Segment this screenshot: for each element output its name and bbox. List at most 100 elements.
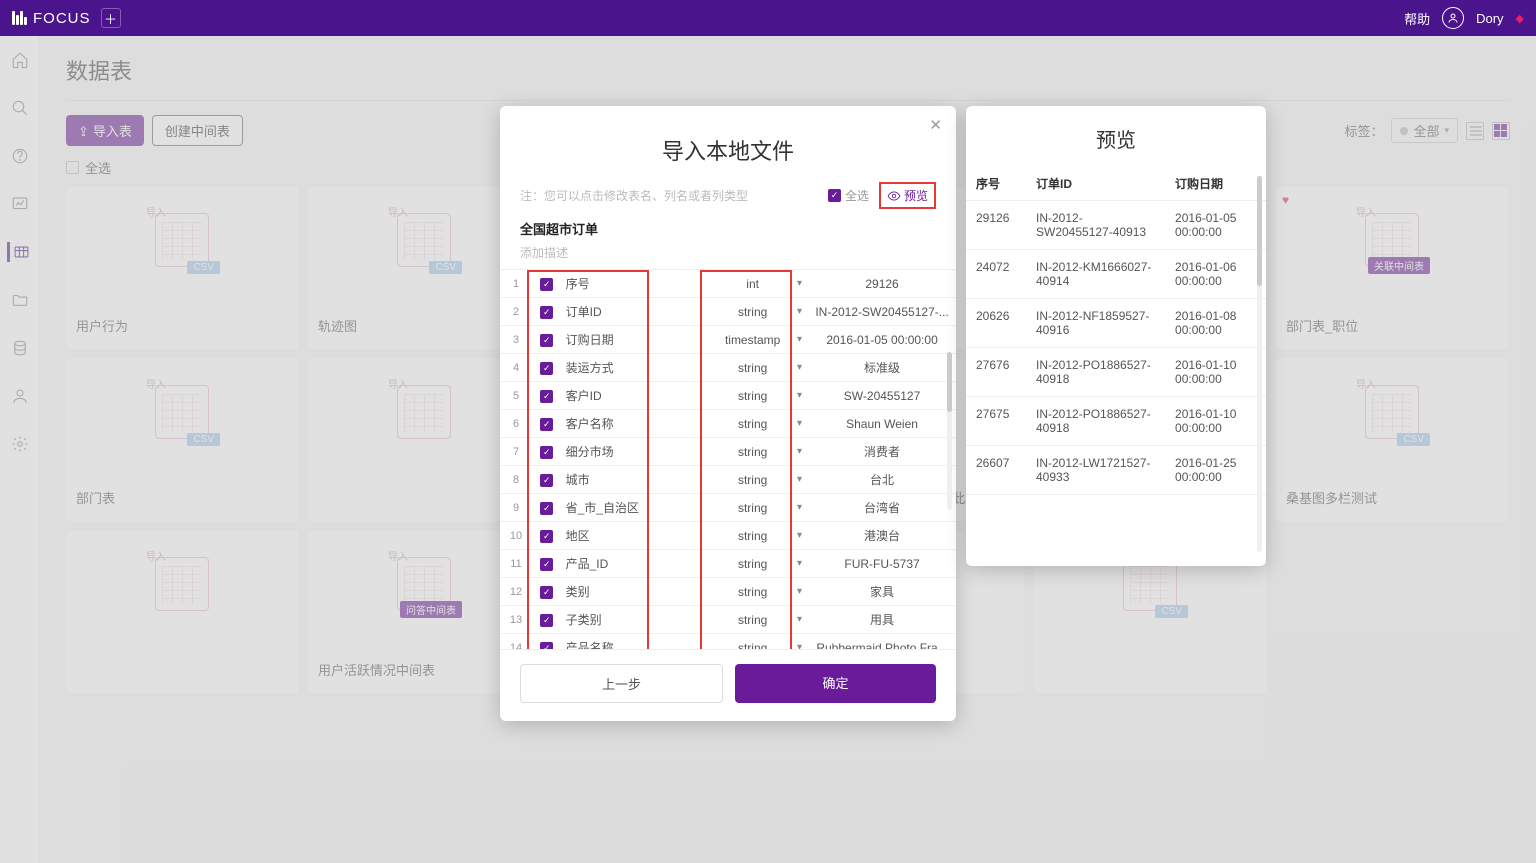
column-name[interactable]: 子类别 <box>562 606 698 634</box>
row-index: 4 <box>500 354 532 382</box>
column-name[interactable]: 产品_ID <box>562 550 698 578</box>
column-type[interactable]: string <box>697 550 808 578</box>
column-type[interactable]: string <box>697 298 808 326</box>
column-type[interactable]: string <box>697 410 808 438</box>
row-checkbox[interactable]: ✓ <box>532 494 562 522</box>
preview-cell: IN-2012-KM1666027-40914 <box>1026 250 1165 299</box>
preview-row: 27676IN-2012-PO1886527-409182016-01-10 0… <box>966 348 1266 397</box>
modal-scrollbar-thumb[interactable] <box>947 352 952 412</box>
preview-cell: 2016-01-25 00:00:00 <box>1165 446 1266 495</box>
preview-cell: 2016-01-10 00:00:00 <box>1165 348 1266 397</box>
file-name[interactable]: 全国超市订单 <box>500 215 956 242</box>
preview-row: 26607IN-2012-LW1721527-409332016-01-25 0… <box>966 446 1266 495</box>
column-row: 1✓序号int29126 <box>500 270 956 298</box>
row-checkbox[interactable]: ✓ <box>532 354 562 382</box>
row-checkbox[interactable]: ✓ <box>532 410 562 438</box>
column-type[interactable]: string <box>697 438 808 466</box>
column-name[interactable]: 城市 <box>562 466 698 494</box>
add-button[interactable]: ＋ <box>101 8 121 28</box>
column-table-wrap: 1✓序号int291262✓订单IDstringIN-2012-SW204551… <box>500 270 956 650</box>
column-type[interactable]: string <box>697 606 808 634</box>
checkbox-icon: ✓ <box>828 189 841 202</box>
row-index: 1 <box>500 270 532 298</box>
row-checkbox[interactable]: ✓ <box>532 298 562 326</box>
column-type[interactable]: int <box>697 270 808 298</box>
modal-title: 导入本地文件 <box>500 106 956 182</box>
preview-cell: 27676 <box>966 348 1026 397</box>
column-sample: 港澳台 <box>808 522 956 550</box>
row-index: 14 <box>500 634 532 651</box>
row-checkbox[interactable]: ✓ <box>532 466 562 494</box>
column-name[interactable]: 订购日期 <box>562 326 698 354</box>
preview-cell: 2016-01-08 00:00:00 <box>1165 299 1266 348</box>
column-type[interactable]: string <box>697 466 808 494</box>
column-type[interactable]: string <box>697 578 808 606</box>
topbar: FOCUS ＋ 帮助 Dory ◆ <box>0 0 1536 36</box>
column-name[interactable]: 细分市场 <box>562 438 698 466</box>
preview-header: 订单ID <box>1026 167 1165 201</box>
column-sample: SW-20455127 <box>808 382 956 410</box>
column-name[interactable]: 装运方式 <box>562 354 698 382</box>
logo[interactable]: FOCUS <box>12 10 91 27</box>
row-checkbox[interactable]: ✓ <box>532 270 562 298</box>
row-index: 11 <box>500 550 532 578</box>
column-row: 10✓地区string港澳台 <box>500 522 956 550</box>
help-link[interactable]: 帮助 <box>1404 9 1430 28</box>
row-checkbox[interactable]: ✓ <box>532 382 562 410</box>
column-type[interactable]: string <box>697 354 808 382</box>
user-name[interactable]: Dory <box>1476 11 1503 26</box>
preview-cell: 20626 <box>966 299 1026 348</box>
preview-cell: IN-2012-NF1859527-40916 <box>1026 299 1165 348</box>
modal-select-all[interactable]: ✓ 全选 <box>828 187 869 204</box>
import-modal: ✕ 导入本地文件 注：您可以点击修改表名、列名或者列类型 ✓ 全选 预览 全国超… <box>500 106 956 721</box>
column-type[interactable]: string <box>697 382 808 410</box>
column-type[interactable]: string <box>697 634 808 651</box>
avatar[interactable] <box>1442 7 1464 29</box>
modal-subheader: 注：您可以点击修改表名、列名或者列类型 ✓ 全选 预览 <box>500 182 956 215</box>
row-index: 13 <box>500 606 532 634</box>
row-checkbox[interactable]: ✓ <box>532 578 562 606</box>
row-checkbox[interactable]: ✓ <box>532 550 562 578</box>
topbar-right: 帮助 Dory ◆ <box>1404 7 1524 29</box>
description-input[interactable]: 添加描述 <box>500 242 956 270</box>
column-sample: 29126 <box>808 270 956 298</box>
preview-scrollbar-thumb[interactable] <box>1257 176 1262 286</box>
column-name[interactable]: 订单ID <box>562 298 698 326</box>
preview-row: 27675IN-2012-PO1886527-409182016-01-10 0… <box>966 397 1266 446</box>
column-sample: 标准级 <box>808 354 956 382</box>
preview-table-wrap[interactable]: 序号 订单ID 订购日期 29126IN-2012-SW20455127-409… <box>966 167 1266 556</box>
column-name[interactable]: 产品名称 <box>562 634 698 651</box>
column-name[interactable]: 客户名称 <box>562 410 698 438</box>
column-row: 7✓细分市场string消费者 <box>500 438 956 466</box>
row-checkbox[interactable]: ✓ <box>532 326 562 354</box>
preview-cell: IN-2012-SW20455127-40913 <box>1026 201 1165 250</box>
column-row: 2✓订单IDstringIN-2012-SW20455127-... <box>500 298 956 326</box>
column-name[interactable]: 类别 <box>562 578 698 606</box>
preview-row: 24072IN-2012-KM1666027-409142016-01-06 0… <box>966 250 1266 299</box>
column-type[interactable]: string <box>697 522 808 550</box>
confirm-button[interactable]: 确定 <box>735 664 936 703</box>
column-type[interactable]: string <box>697 494 808 522</box>
column-type[interactable]: timestamp <box>697 326 808 354</box>
column-row: 4✓装运方式string标准级 <box>500 354 956 382</box>
row-checkbox[interactable]: ✓ <box>532 522 562 550</box>
preview-cell: IN-2012-PO1886527-40918 <box>1026 348 1165 397</box>
preview-cell: 27675 <box>966 397 1026 446</box>
column-sample: 家具 <box>808 578 956 606</box>
row-index: 9 <box>500 494 532 522</box>
preview-panel: 预览 序号 订单ID 订购日期 29126IN-2012-SW20455127-… <box>966 106 1266 566</box>
column-sample: 台北 <box>808 466 956 494</box>
column-name[interactable]: 客户ID <box>562 382 698 410</box>
preview-row: 20626IN-2012-NF1859527-409162016-01-08 0… <box>966 299 1266 348</box>
column-name[interactable]: 序号 <box>562 270 698 298</box>
row-checkbox[interactable]: ✓ <box>532 634 562 651</box>
column-row: 11✓产品_IDstringFUR-FU-5737 <box>500 550 956 578</box>
row-checkbox[interactable]: ✓ <box>532 606 562 634</box>
close-icon[interactable]: ✕ <box>929 116 942 134</box>
row-checkbox[interactable]: ✓ <box>532 438 562 466</box>
column-name[interactable]: 省_市_自治区 <box>562 494 698 522</box>
preview-link[interactable]: 预览 <box>887 187 928 204</box>
modal-footer: 上一步 确定 <box>500 650 956 703</box>
column-name[interactable]: 地区 <box>562 522 698 550</box>
prev-button[interactable]: 上一步 <box>520 664 723 703</box>
